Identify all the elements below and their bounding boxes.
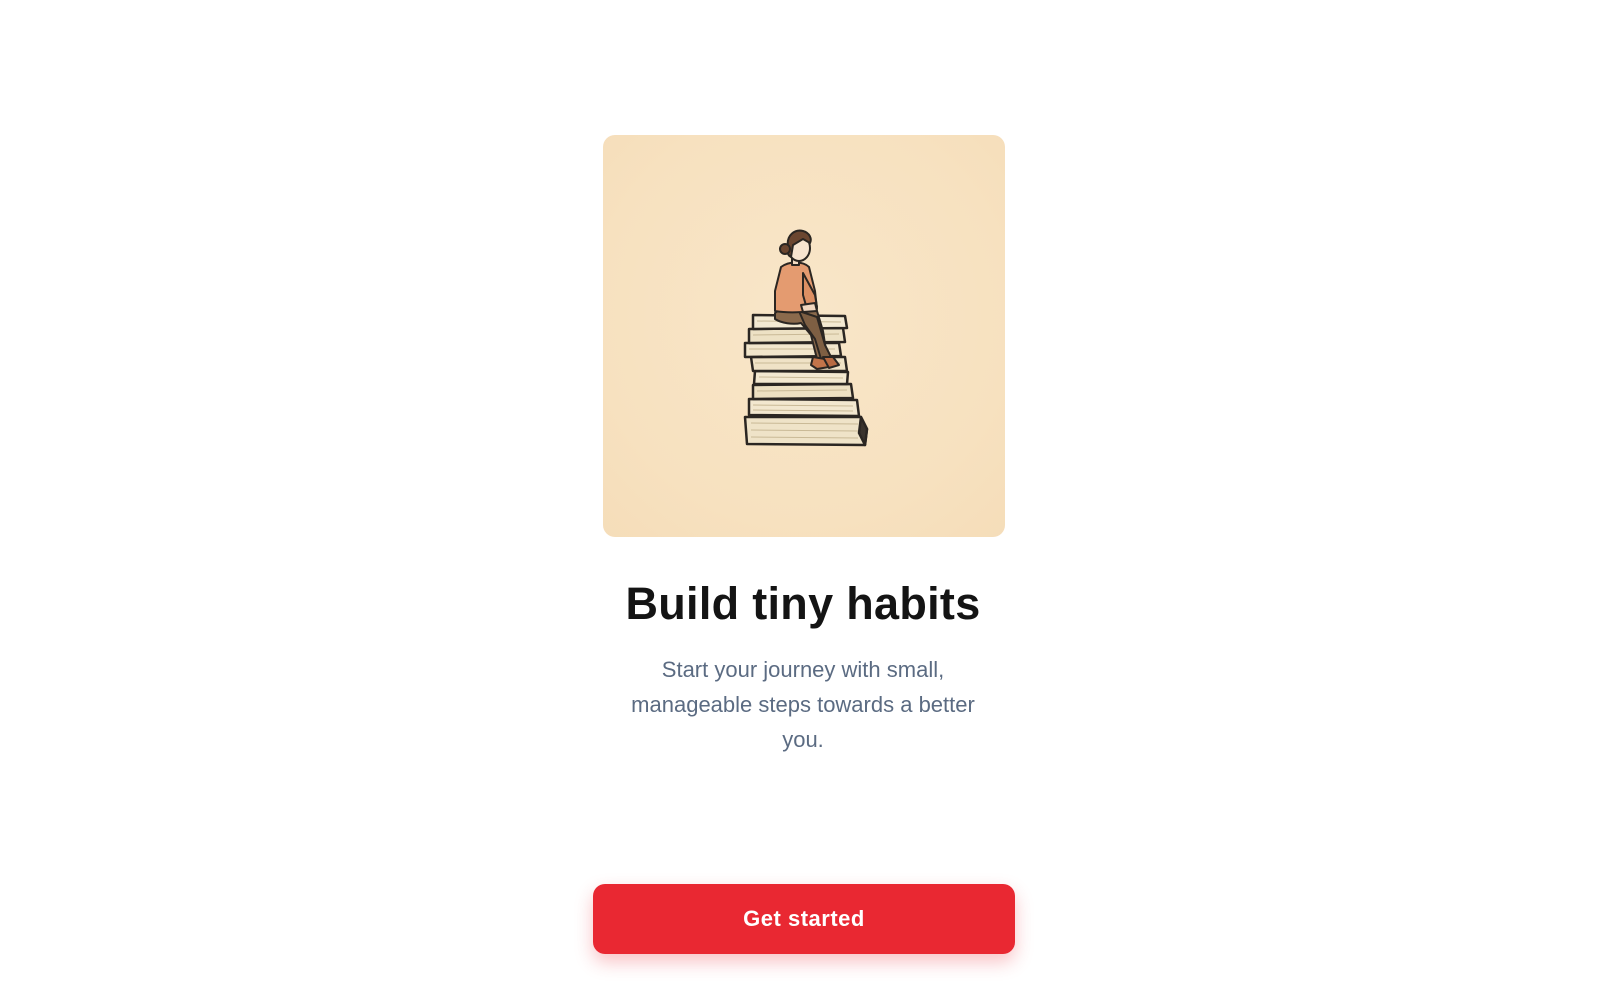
page-subtitle: Start your journey with small, manageabl… [631,657,975,752]
onboarding-screen: Build tiny habits Start your journey wit… [0,0,1600,1000]
person-on-book-stack-illustration [743,229,869,447]
page-title: Build tiny habits [625,578,981,629]
illustration-card [603,135,1005,537]
get-started-button[interactable]: Get started [593,884,1015,954]
